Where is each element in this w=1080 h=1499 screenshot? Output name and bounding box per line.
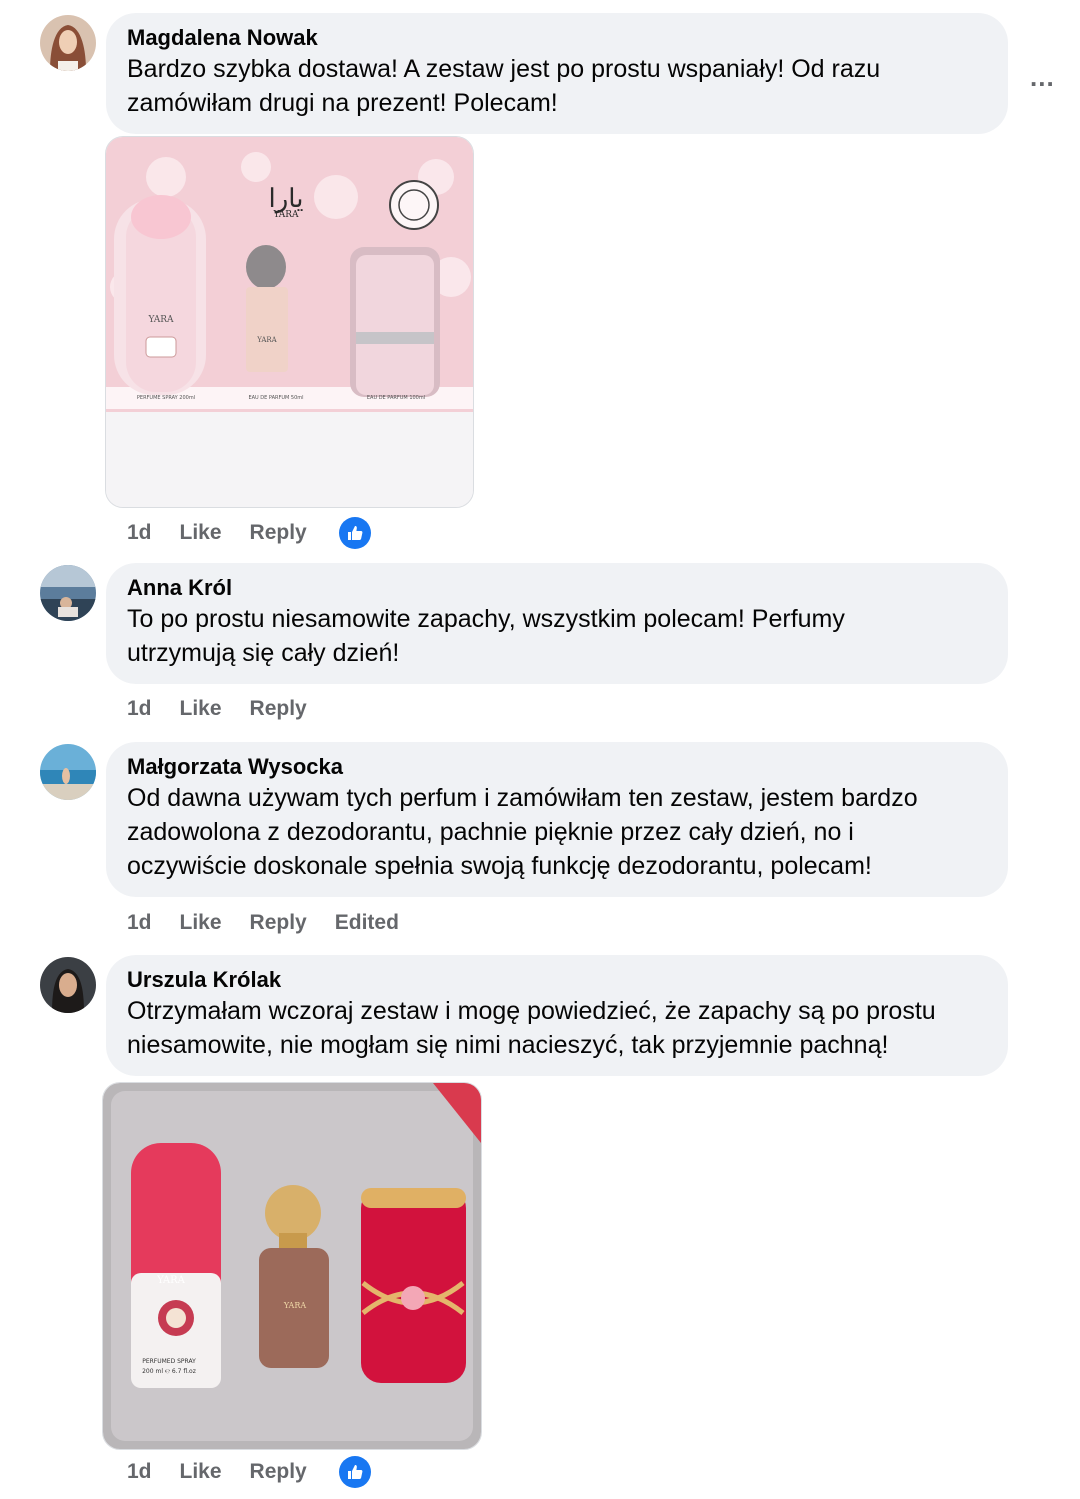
reply-button[interactable]: Reply <box>250 1460 307 1484</box>
avatar[interactable] <box>40 565 96 621</box>
comment-text-line: utrzymują się cały dzień! <box>127 639 400 667</box>
comment-text-line: zamówiłam drugi na prezent! Polecam! <box>127 89 558 117</box>
comment-bubble: Małgorzata Wysocka Od dawna używam tych … <box>106 742 1008 897</box>
comment-actions: 1d Like Reply <box>127 1456 371 1488</box>
comment-photo-gift-set-red[interactable]: YARA PERFUMED SPRAY 200 ml ℮ 6.7 fl.oz Y… <box>102 1082 482 1450</box>
svg-text:YARA: YARA <box>147 315 174 325</box>
spray-size: 200 ml ℮ 6.7 fl.oz <box>142 1368 196 1375</box>
photo-brand: YARA <box>156 1275 186 1286</box>
like-button[interactable]: Like <box>180 521 222 545</box>
comment-bubble: Anna Król To po prostu niesamowite zapac… <box>106 563 1008 684</box>
comment-timestamp[interactable]: 1d <box>127 1460 152 1484</box>
comment-actions: 1d Like Reply Edited <box>127 908 427 938</box>
photo-label: EAU DE PARFUM 50ml <box>248 395 303 401</box>
comment-text-line: Otrzymałam wczoraj zestaw i mogę powiedz… <box>127 997 936 1025</box>
comment-actions: 1d Like Reply <box>127 517 371 549</box>
comment-photo-gift-set-pink[interactable]: يارا YARA YARA YARA PERFUME SPRAY 200ml … <box>105 136 474 508</box>
avatar[interactable] <box>40 15 96 71</box>
thumbs-up-icon[interactable] <box>338 517 371 549</box>
comment-author[interactable]: Magdalena Nowak <box>127 24 988 52</box>
edited-label[interactable]: Edited <box>335 911 399 935</box>
comment-timestamp[interactable]: 1d <box>127 697 152 721</box>
comment-timestamp[interactable]: 1d <box>127 911 152 935</box>
comment-author[interactable]: Urszula Królak <box>127 966 988 994</box>
svg-text:YARA: YARA <box>256 336 277 344</box>
comment-actions: 1d Like Reply <box>127 694 335 724</box>
comment-text-line: zadowolona z dezodorantu, pachnie piękni… <box>127 818 854 846</box>
avatar[interactable] <box>40 744 96 800</box>
comment-bubble: Urszula Królak Otrzymałam wczoraj zestaw… <box>106 955 1008 1076</box>
comment-text-line: To po prostu niesamowite zapachy, wszyst… <box>127 605 845 633</box>
reply-button[interactable]: Reply <box>250 697 307 721</box>
avatar[interactable] <box>40 957 96 1013</box>
comment-timestamp[interactable]: 1d <box>127 521 152 545</box>
photo-label: PERFUME SPRAY 200ml <box>137 395 195 401</box>
like-button[interactable]: Like <box>180 697 222 721</box>
photo-brand: YARA <box>272 210 299 220</box>
comment-author[interactable]: Anna Król <box>127 574 988 602</box>
comment-text-line: oczywiście doskonale spełnia swoją funkc… <box>127 852 872 880</box>
photo-label: EAU DE PARFUM 100ml <box>367 395 425 401</box>
reply-button[interactable]: Reply <box>250 521 307 545</box>
comment-text-line: Od dawna używam tych perfum i zamówiłam … <box>127 784 918 812</box>
comment-text-line: niesamowite, nie mogłam się nimi naciesz… <box>127 1031 889 1059</box>
svg-text:YARA: YARA <box>283 1301 306 1310</box>
comment-text-line: Bardzo szybka dostawa! A zestaw jest po … <box>127 55 881 83</box>
spray-label: PERFUMED SPRAY <box>142 1358 196 1365</box>
like-button[interactable]: Like <box>180 1460 222 1484</box>
reply-button[interactable]: Reply <box>250 911 307 935</box>
comment-bubble: Magdalena Nowak Bardzo szybka dostawa! A… <box>106 13 1008 134</box>
like-button[interactable]: Like <box>180 911 222 935</box>
comment-author[interactable]: Małgorzata Wysocka <box>127 753 988 781</box>
more-options-icon[interactable]: ... <box>1030 62 1055 93</box>
thumbs-up-icon[interactable] <box>338 1456 371 1488</box>
